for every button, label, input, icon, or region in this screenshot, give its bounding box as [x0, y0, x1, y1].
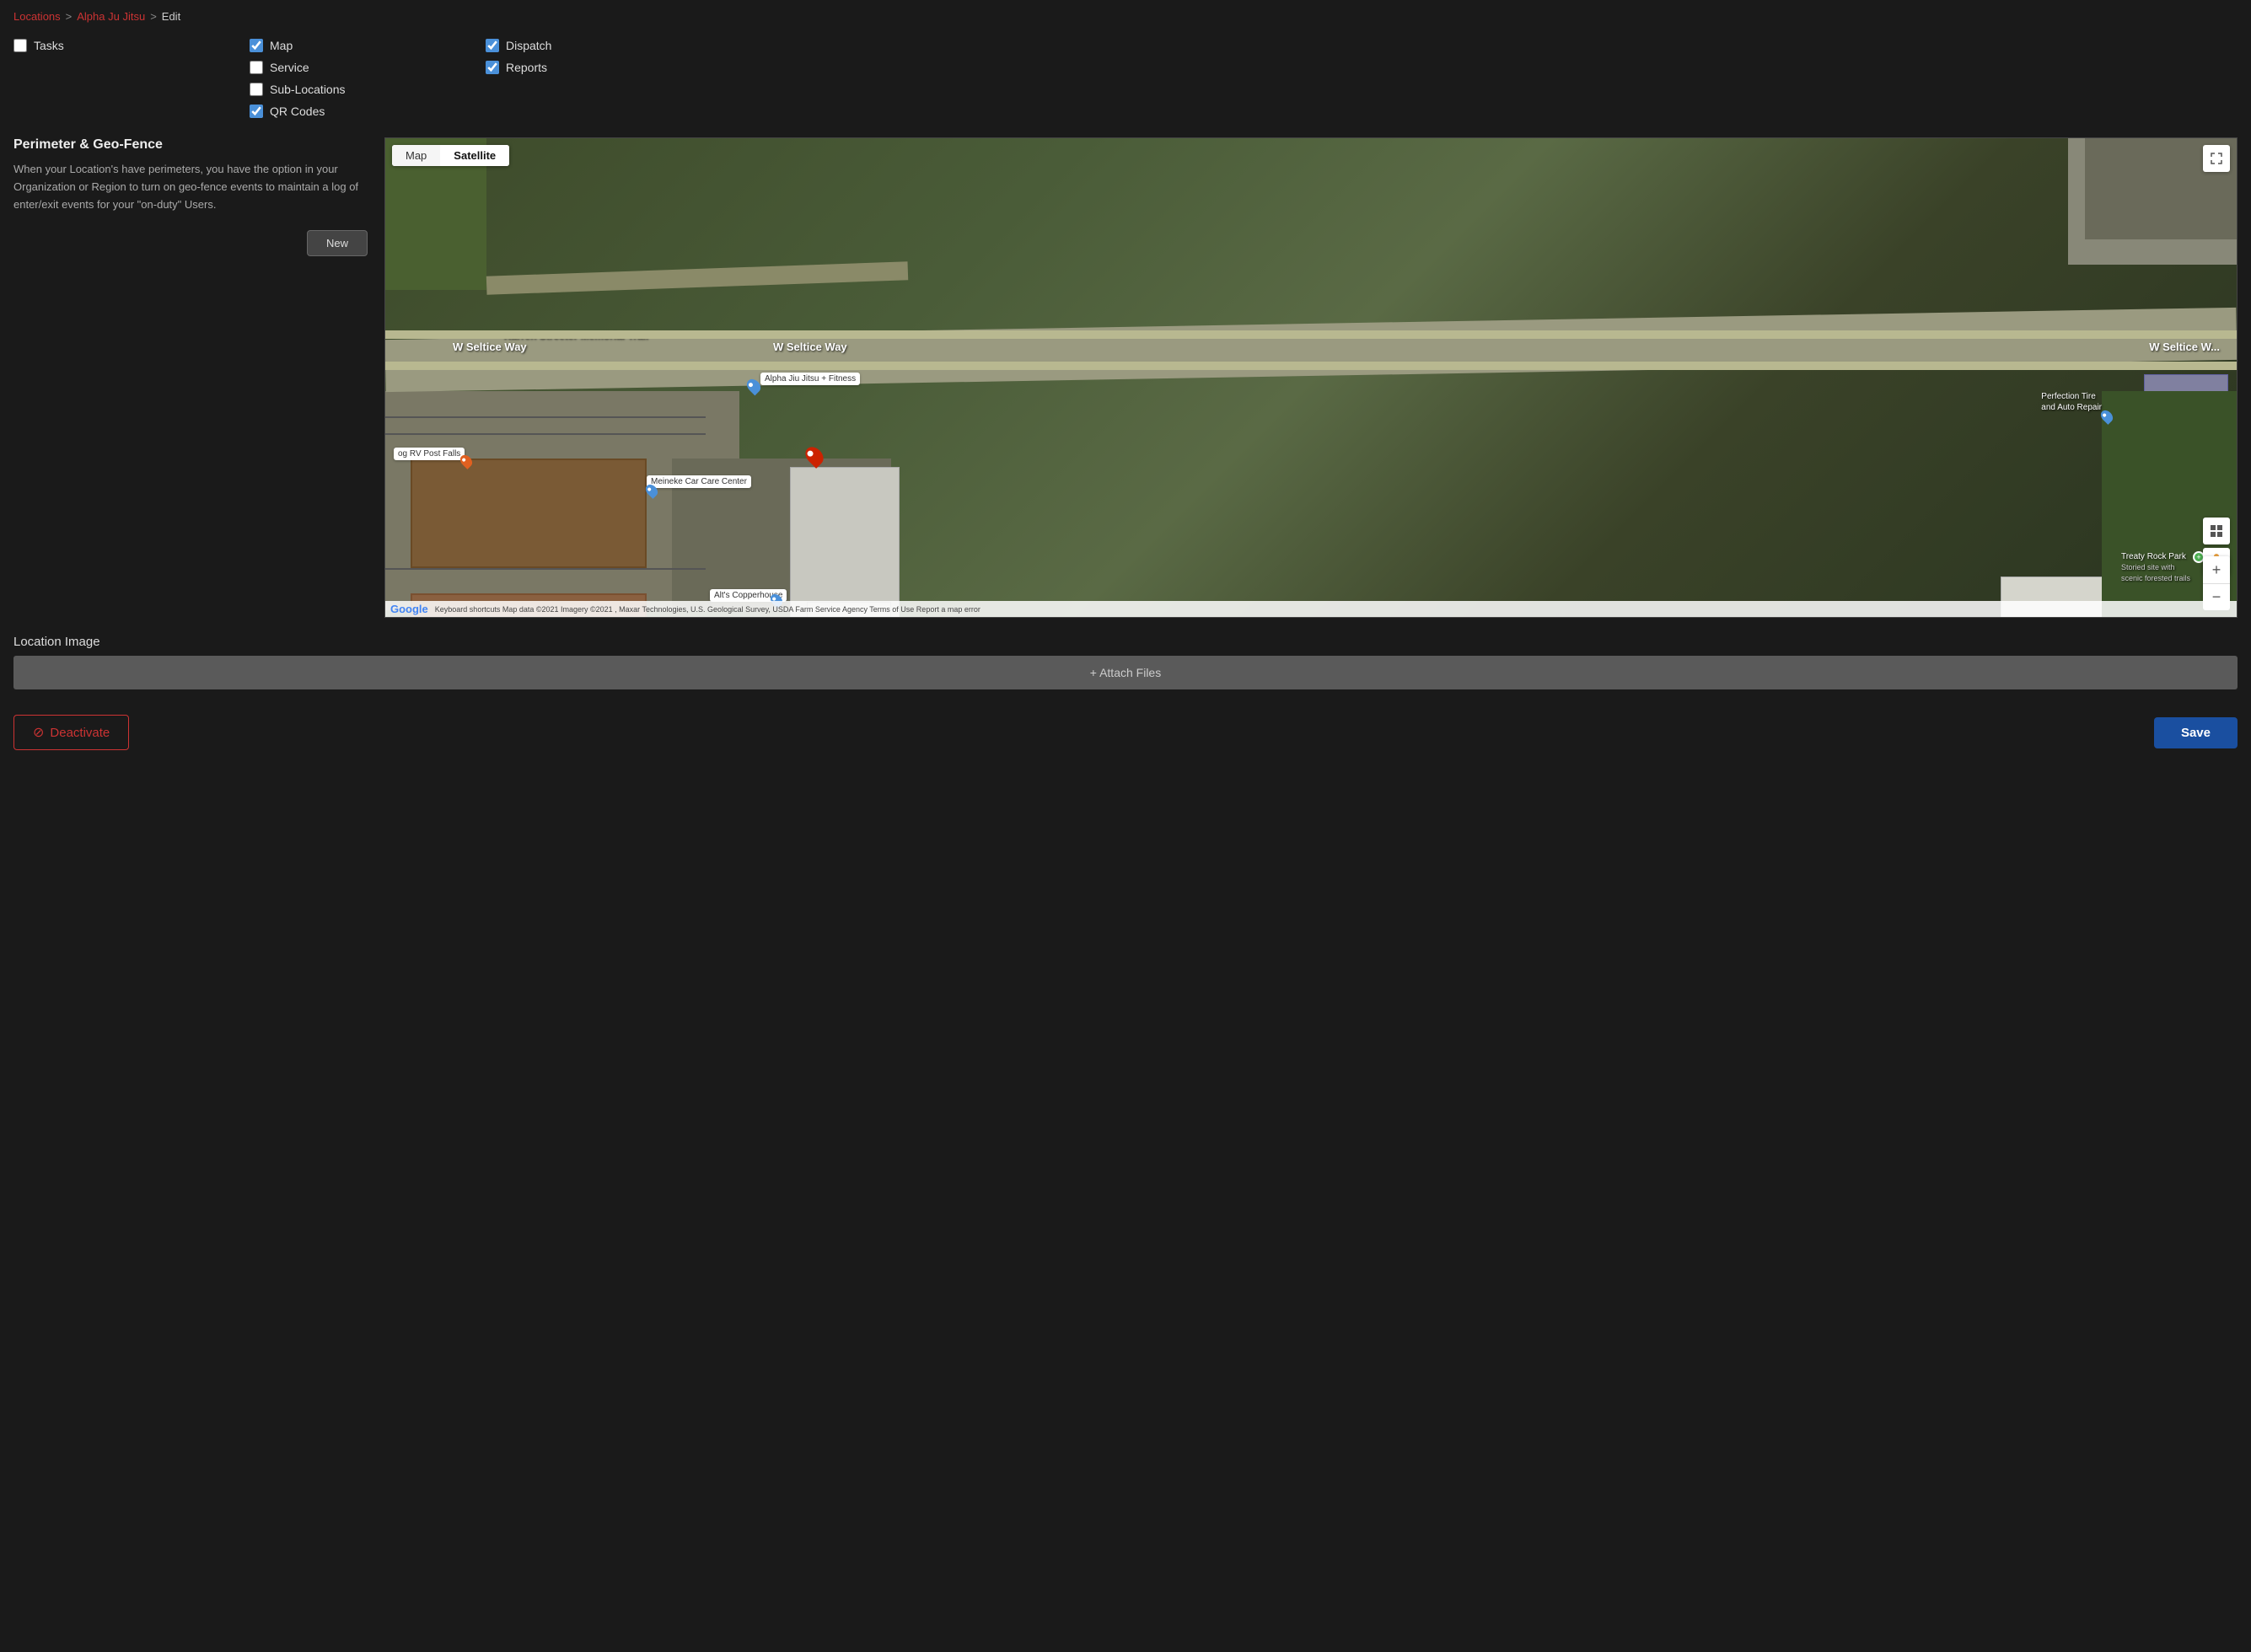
service-checkbox[interactable] [250, 61, 263, 74]
option-qr-codes[interactable]: QR Codes [250, 100, 486, 122]
sub-locations-checkbox[interactable] [250, 83, 263, 96]
main-content: Perimeter & Geo-Fence When your Location… [13, 137, 2238, 618]
attach-files-button[interactable]: + Attach Files [13, 656, 2238, 689]
dispatch-label: Dispatch [506, 39, 551, 52]
option-reports[interactable]: Reports [486, 56, 722, 78]
deactivate-icon: ⊘ [33, 724, 44, 741]
road-label-seltice3: W Seltice W... [2149, 341, 2220, 353]
map-tabs: Map Satellite [392, 145, 509, 166]
perfection-tire-label: Perfection Tireand Auto Repair [2041, 391, 2102, 413]
rv-pin [461, 454, 471, 468]
breadcrumb-org[interactable]: Alpha Ju Jitsu [77, 10, 145, 23]
satellite-view: Karren Streeter Memorial Trail W Seltice… [385, 138, 2237, 617]
service-label: Service [270, 61, 309, 74]
deactivate-button[interactable]: ⊘ Deactivate [13, 715, 129, 750]
qr-codes-checkbox[interactable] [250, 105, 263, 118]
sub-locations-label: Sub-Locations [270, 83, 346, 96]
rv-label: og RV Post Falls [394, 448, 465, 460]
treaty-rock-label: Treaty Rock ParkStoried site withscenic … [2121, 551, 2190, 584]
tasks-checkbox[interactable] [13, 39, 27, 52]
breadcrumb-sep2: > [150, 10, 157, 23]
new-button[interactable]: New [307, 230, 368, 256]
map-tab-map[interactable]: Map [392, 145, 440, 166]
qr-codes-label: QR Codes [270, 105, 325, 118]
zoom-in-button[interactable]: + [2203, 556, 2230, 583]
reports-label: Reports [506, 61, 547, 74]
map-tab-satellite[interactable]: Satellite [440, 145, 509, 166]
option-dispatch[interactable]: Dispatch [486, 35, 722, 56]
road-label-seltice1: W Seltice Way [453, 341, 527, 353]
option-sub-locations[interactable]: Sub-Locations [250, 78, 486, 100]
left-panel: Perimeter & Geo-Fence When your Location… [13, 137, 368, 618]
reports-checkbox[interactable] [486, 61, 499, 74]
map-attribution: Google Keyboard shortcuts Map data ©2021… [385, 601, 2237, 617]
deactivate-label: Deactivate [50, 726, 110, 740]
option-map[interactable]: Map [250, 35, 486, 56]
map-layers-button[interactable] [2203, 518, 2230, 544]
google-logo: Google [390, 603, 428, 615]
alpha-label: Alpha Jiu Jitsu + Fitness [760, 373, 860, 385]
breadcrumb-locations[interactable]: Locations [13, 10, 61, 23]
location-image-title: Location Image [13, 635, 2238, 649]
tasks-label: Tasks [34, 39, 64, 52]
breadcrumb-page: Edit [162, 10, 180, 23]
map-label: Map [270, 39, 293, 52]
dispatch-checkbox[interactable] [486, 39, 499, 52]
attribution-text: Keyboard shortcuts Map data ©2021 Imager… [435, 605, 980, 614]
save-button[interactable]: Save [2154, 717, 2238, 748]
road-label-seltice2: W Seltice Way [773, 341, 847, 353]
location-image-section: Location Image + Attach Files [13, 635, 2238, 689]
option-service[interactable]: Service [250, 56, 486, 78]
options-grid: Tasks Map Dispatch Service Reports Sub-L… [13, 35, 2238, 122]
map-fullscreen-button[interactable] [2203, 145, 2230, 172]
main-location-pin [807, 446, 822, 466]
perimeter-title: Perimeter & Geo-Fence [13, 137, 368, 153]
breadcrumb-sep1: > [66, 10, 73, 23]
map-container[interactable]: Karren Streeter Memorial Trail W Seltice… [384, 137, 2238, 618]
breadcrumb: Locations > Alpha Ju Jitsu > Edit [13, 10, 2238, 23]
meineke-pin [647, 484, 657, 497]
bottom-bar: ⊘ Deactivate Save [13, 706, 2238, 750]
perimeter-description: When your Location's have perimeters, yo… [13, 161, 368, 213]
map-checkbox[interactable] [250, 39, 263, 52]
meineke-label: Meineke Car Care Center [647, 475, 751, 488]
alpha-jiu-jitsu-pin [748, 378, 760, 394]
option-tasks[interactable]: Tasks [13, 35, 250, 56]
perfection-pin [2102, 410, 2112, 423]
